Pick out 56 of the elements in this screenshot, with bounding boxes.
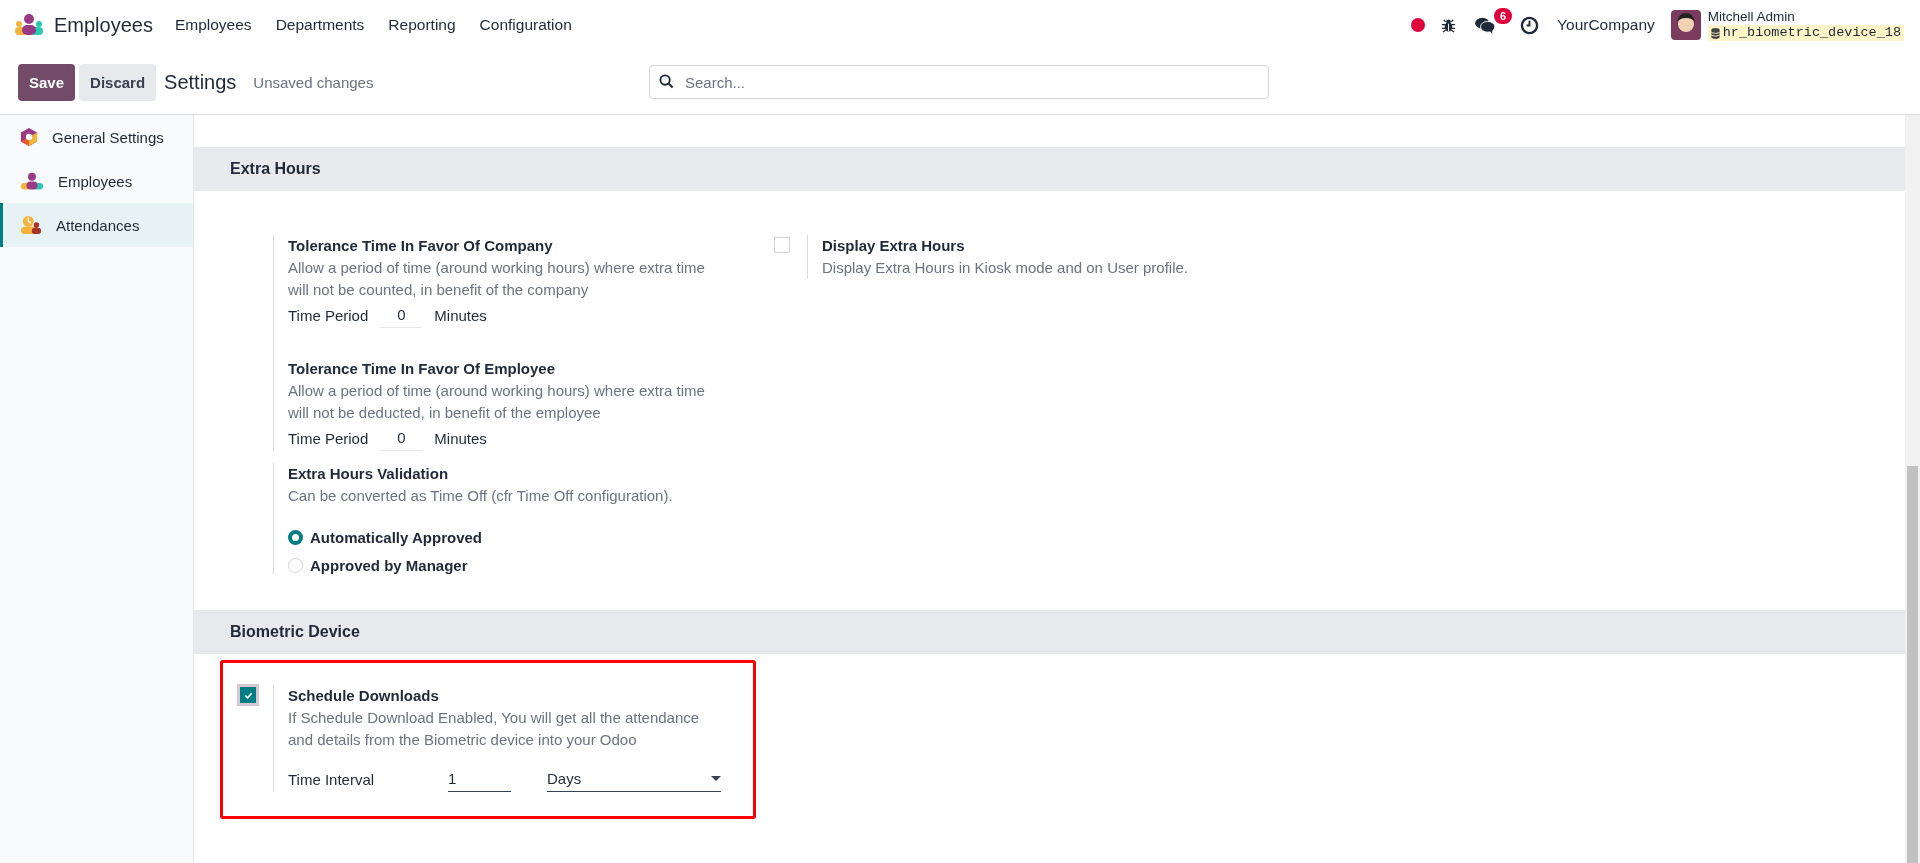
unit-label: Minutes <box>434 428 487 449</box>
menu-item[interactable]: Employees <box>174 16 252 34</box>
section-title: Extra Hours <box>230 160 321 178</box>
setting-title: Tolerance Time In Favor Of Company <box>288 236 554 256</box>
people-icon <box>20 171 44 191</box>
number-field[interactable]: 1 <box>448 767 511 792</box>
chat-icon[interactable] <box>1474 16 1497 34</box>
check-icon <box>243 690 253 700</box>
caret-icon <box>711 776 721 782</box>
avatar-icon[interactable] <box>1670 10 1701 40</box>
sidebar-item[interactable]: General Settings <box>0 115 193 159</box>
sidebar-item[interactable]: Attendances <box>0 203 193 247</box>
unsaved-status: Unsaved changes <box>253 73 374 91</box>
radio-label[interactable]: Automatically Approved <box>310 529 482 546</box>
unit-select[interactable]: Days <box>547 767 721 792</box>
field-label: Time Period <box>288 305 369 326</box>
setting-title: Schedule Downloads <box>288 686 440 706</box>
search-icon <box>659 74 674 89</box>
person-clock-icon <box>20 215 42 235</box>
field-label: Time Period <box>288 428 369 449</box>
people-icon[interactable] <box>14 13 44 37</box>
number-field[interactable]: 0 <box>380 426 423 451</box>
number-field[interactable]: 0 <box>380 303 423 328</box>
status-dot-icon[interactable] <box>1411 18 1426 32</box>
scrollbar-thumb[interactable] <box>1907 466 1918 863</box>
setting-title: Tolerance Time In Favor Of Employee <box>288 359 557 379</box>
radio-label[interactable]: Approved by Manager <box>310 557 468 574</box>
search-field[interactable]: Search... <box>649 65 1269 99</box>
field-label: Time Interval <box>288 769 376 790</box>
save-button[interactable]: Save <box>18 63 76 101</box>
checkbox[interactable] <box>240 687 256 703</box>
database-name: hr_biometric_device_18 <box>1722 25 1901 42</box>
discard-button[interactable]: Discard <box>79 63 157 101</box>
setting-description: Allow a period of time (around working hours) where extra time will not be counted, in benefit of the company <box>288 258 706 300</box>
setting-description: Can be converted as Time Off (cfr Time Off configuration). <box>288 486 673 506</box>
section-title: Biometric Device <box>230 623 360 641</box>
setting-description: Display Extra Hours in Kiosk mode and on User profile. <box>822 258 1188 278</box>
clock-icon[interactable] <box>1520 15 1540 35</box>
menu-item[interactable]: Reporting <box>388 16 456 34</box>
company-switcher[interactable]: YourCompany <box>1557 16 1655 34</box>
setting-title: Display Extra Hours <box>822 236 966 256</box>
setting-description: If Schedule Download Enabled, You will get all the attendance and details from the Biometric device into your Odoo <box>288 708 701 750</box>
bug-icon[interactable] <box>1441 17 1457 33</box>
message-count-badge: 6 <box>1494 8 1513 24</box>
page-title: Settings <box>164 70 237 94</box>
setting-title: Extra Hours Validation <box>288 464 450 484</box>
menu-item[interactable]: Configuration <box>479 16 572 34</box>
unit-label: Minutes <box>434 305 487 326</box>
user-name[interactable]: Mitchell Admin <box>1707 8 1904 25</box>
menu-item[interactable]: Departments <box>275 16 365 34</box>
radio-button[interactable] <box>288 530 303 545</box>
app-name[interactable]: Employees <box>54 13 153 37</box>
hexagon-icon <box>20 127 38 147</box>
scrollbar[interactable] <box>1905 115 1920 863</box>
sidebar-item[interactable]: Employees <box>0 159 193 203</box>
setting-description: Allow a period of time (around working hours) where extra time will not be deducted, in benefit of the employee <box>288 381 706 423</box>
